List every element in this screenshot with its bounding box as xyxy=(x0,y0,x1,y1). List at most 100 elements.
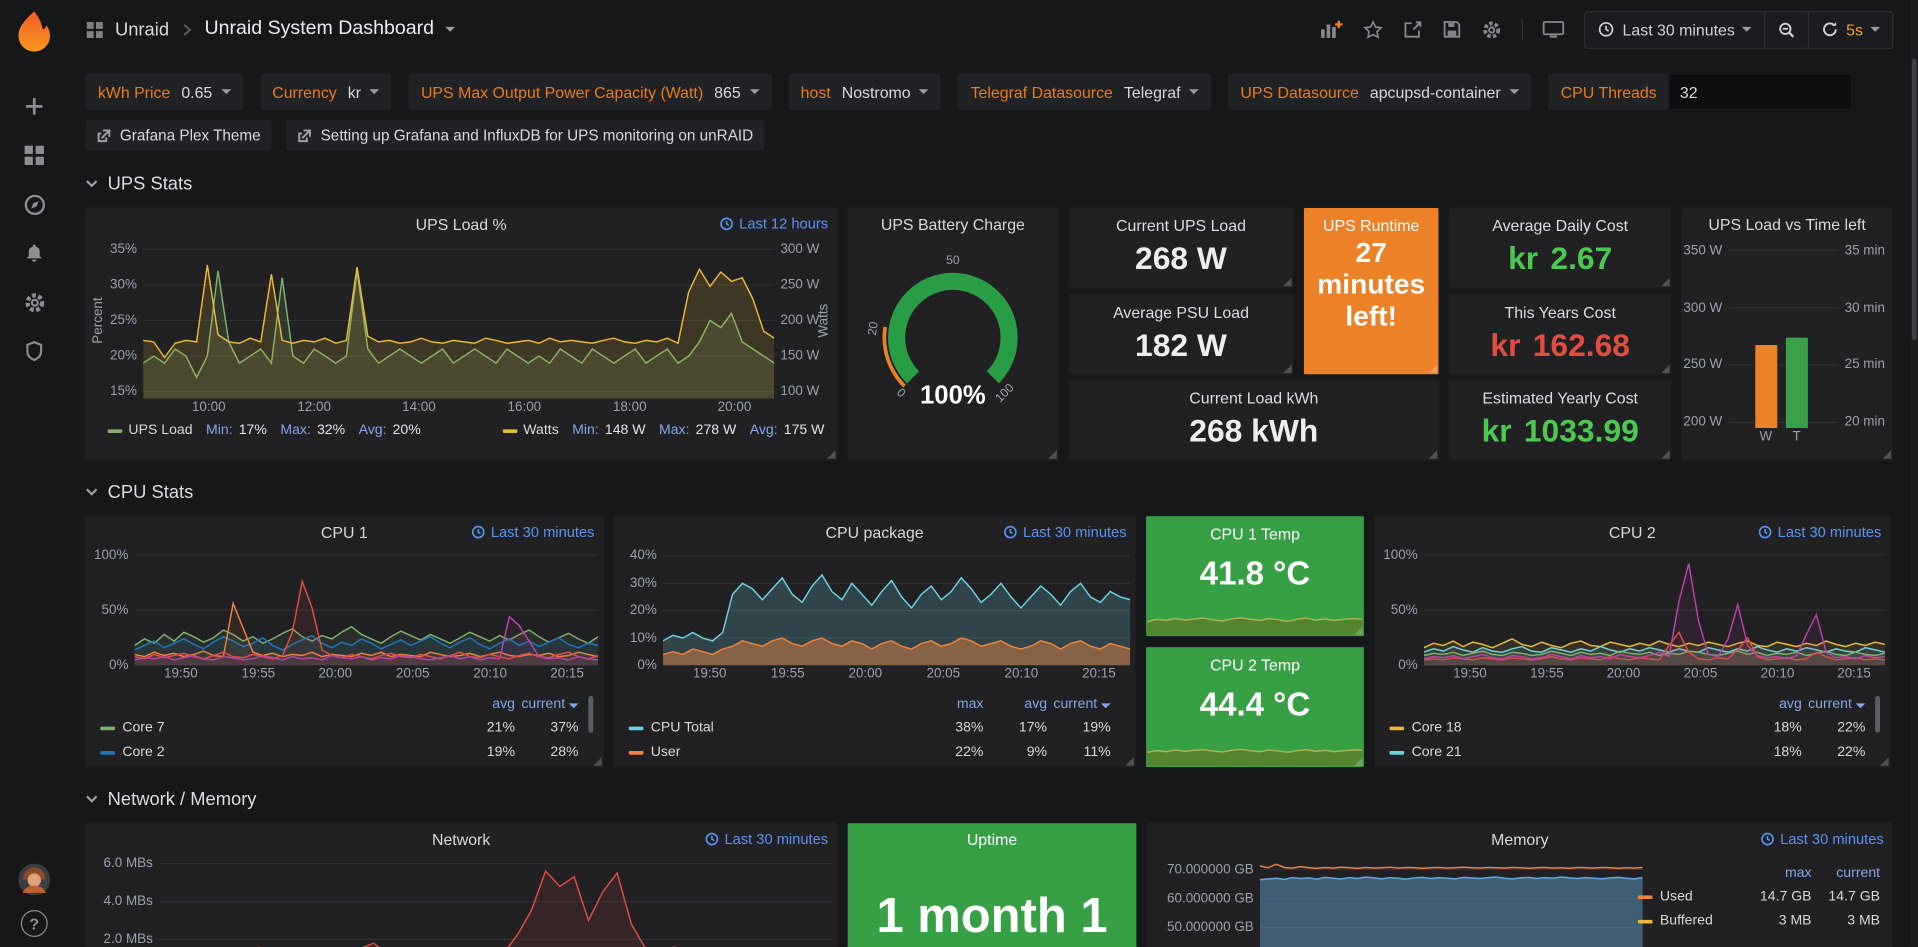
time-range-indicator[interactable]: Last 30 minutes xyxy=(1003,524,1126,541)
legend-column-header[interactable]: current xyxy=(1812,866,1880,881)
legend-scrollbar[interactable] xyxy=(1875,696,1880,733)
legend-series-name[interactable]: Core 21 xyxy=(1390,745,1739,760)
sidebar-item-server-admin[interactable] xyxy=(0,327,68,376)
grafana-logo[interactable] xyxy=(12,9,56,53)
legend-column-header[interactable]: current xyxy=(515,697,579,712)
legend-column-header[interactable]: avg xyxy=(451,697,515,712)
bar-t[interactable] xyxy=(1786,338,1808,429)
time-range-indicator[interactable]: Last 12 hours xyxy=(720,215,829,232)
legend-series-name[interactable]: Core 18 xyxy=(1390,720,1739,735)
legend-item[interactable]: Buffered3 MB3 MB xyxy=(1638,909,1880,933)
sidebar-item-alerting[interactable] xyxy=(0,229,68,278)
time-range-indicator[interactable]: Last 30 minutes xyxy=(471,524,594,541)
variable-host[interactable]: hostNostromo xyxy=(788,73,941,110)
variable-value[interactable]: 0.65 xyxy=(181,83,230,101)
plot-area[interactable] xyxy=(663,550,1130,665)
panel-title[interactable]: UPS Load vs Time left xyxy=(1682,215,1892,233)
dashboard-link[interactable]: Setting up Grafana and InfluxDB for UPS … xyxy=(286,120,764,151)
legend-item[interactable]: WattsMin:148 WMax:278 WAvg:175 W xyxy=(503,423,825,438)
legend-column-header[interactable]: current xyxy=(1802,697,1866,712)
legend-series-name[interactable]: User xyxy=(629,745,920,760)
plot-area[interactable] xyxy=(1728,245,1838,428)
panel-title[interactable]: Estimated Yearly Cost xyxy=(1482,389,1638,407)
legend-column-header[interactable]: avg xyxy=(1738,697,1802,712)
legend-series-name[interactable]: CPU Total xyxy=(629,720,920,735)
zoom-out-button[interactable] xyxy=(1764,12,1808,47)
variable-kwh-price[interactable]: kWh Price0.65 xyxy=(86,73,243,110)
legend-series-name[interactable]: Used xyxy=(1638,889,1743,904)
time-range-indicator[interactable]: Last 30 minutes xyxy=(1761,831,1884,848)
y-axis-left: 100%50%0% xyxy=(91,550,135,665)
variable-ups-max-output-power-capacity-watt[interactable]: UPS Max Output Power Capacity (Watt)865 xyxy=(409,73,772,110)
plot-area[interactable] xyxy=(1260,855,1643,947)
legend-series-name[interactable]: Buffered xyxy=(1638,914,1743,929)
sidebar-item-dashboards[interactable] xyxy=(0,131,68,180)
dashboard-settings-button[interactable] xyxy=(1482,19,1503,40)
scrollbar-thumb[interactable] xyxy=(1912,59,1917,340)
section-ups-stats[interactable]: UPS Stats xyxy=(84,168,1894,200)
user-avatar[interactable] xyxy=(18,864,50,896)
plot-area[interactable] xyxy=(143,242,774,399)
sidebar-item-configuration[interactable] xyxy=(0,278,68,327)
panel-title[interactable]: This Years Cost xyxy=(1504,303,1615,321)
variable-currency[interactable]: Currencykr xyxy=(260,73,392,110)
legend-item[interactable]: Core 721%37% xyxy=(100,716,578,740)
bar-w[interactable] xyxy=(1755,345,1777,428)
time-range-indicator[interactable]: Last 30 minutes xyxy=(705,831,828,848)
panel-title[interactable]: Current UPS Load xyxy=(1116,217,1246,235)
legend-item[interactable]: User22%9%11% xyxy=(629,740,1111,764)
legend-column-header[interactable]: current xyxy=(1047,697,1111,712)
panel-title[interactable]: UPS Runtime xyxy=(1323,217,1419,235)
sidebar-item-create[interactable] xyxy=(0,82,68,131)
legend-series-name[interactable]: Core 7 xyxy=(100,720,451,735)
breadcrumb[interactable]: Unraid xyxy=(115,19,169,40)
add-panel-button[interactable] xyxy=(1320,20,1343,40)
chevron-down-icon[interactable] xyxy=(445,27,455,32)
panel-title[interactable]: UPS Battery Charge xyxy=(848,215,1058,233)
legend-item[interactable]: Core 2118%22% xyxy=(1390,740,1866,764)
panel-title[interactable]: Current Load kWh xyxy=(1189,389,1318,407)
cycle-view-mode-button[interactable] xyxy=(1543,20,1565,40)
variable-value[interactable]: 865 xyxy=(714,83,759,101)
sidebar-item-explore[interactable] xyxy=(0,180,68,229)
legend-item[interactable]: Core 1818%22% xyxy=(1390,716,1866,740)
star-button[interactable] xyxy=(1363,19,1384,40)
page-title[interactable]: Unraid System Dashboard xyxy=(205,18,435,40)
variable-value[interactable]: kr xyxy=(348,83,380,101)
dashboard-link[interactable]: Grafana Plex Theme xyxy=(86,120,272,151)
variable-value[interactable]: apcupsd-container xyxy=(1370,83,1519,101)
share-button[interactable] xyxy=(1404,20,1424,40)
legend-column-header[interactable]: avg xyxy=(983,697,1047,712)
panel-cpu2-graph: CPU 2 Last 30 minutes 100%50%0% 19:5019:… xyxy=(1374,515,1891,768)
plot-area[interactable] xyxy=(1424,550,1885,665)
time-range-indicator[interactable]: Last 30 minutes xyxy=(1758,524,1881,541)
legend-item[interactable]: Used14.7 GB14.7 GB xyxy=(1638,884,1880,908)
variable-input[interactable] xyxy=(1669,73,1852,110)
panel-title[interactable]: CPU 2 Temp xyxy=(1146,656,1364,674)
plot-area[interactable] xyxy=(159,855,832,947)
variable-cpu-threads[interactable]: CPU Threads xyxy=(1548,73,1852,110)
legend-item[interactable]: Core 219%28% xyxy=(100,740,578,764)
legend-series-name[interactable]: Core 2 xyxy=(100,745,451,760)
panel-title[interactable]: Average Daily Cost xyxy=(1492,217,1628,235)
legend-item[interactable]: CPU Total38%17%19% xyxy=(629,716,1111,740)
panel-title[interactable]: Average PSU Load xyxy=(1113,303,1249,321)
panel-title[interactable]: Uptime xyxy=(848,831,1137,849)
save-button[interactable] xyxy=(1443,20,1463,40)
refresh-picker[interactable]: 5s xyxy=(1808,12,1892,47)
legend-scrollbar[interactable] xyxy=(588,696,593,733)
legend-column-header[interactable]: max xyxy=(920,697,984,712)
variable-value[interactable]: Telegraf xyxy=(1124,83,1199,101)
section-cpu-stats[interactable]: CPU Stats xyxy=(84,476,1894,508)
panel-title[interactable]: CPU 1 Temp xyxy=(1146,525,1364,543)
time-range-picker[interactable]: Last 30 minutes xyxy=(1586,12,1764,47)
legend-item[interactable]: UPS LoadMin:17%Max:32%Avg:20% xyxy=(108,423,421,438)
plot-area[interactable] xyxy=(135,550,599,665)
page-scrollbar[interactable] xyxy=(1911,0,1918,947)
help-icon[interactable]: ? xyxy=(21,910,48,937)
variable-value[interactable]: Nostromo xyxy=(842,83,929,101)
legend-column-header[interactable]: max xyxy=(1743,866,1811,881)
section-network-memory[interactable]: Network / Memory xyxy=(84,783,1894,815)
variable-telegraf-datasource[interactable]: Telegraf DatasourceTelegraf xyxy=(958,73,1211,110)
variable-ups-datasource[interactable]: UPS Datasourceapcupsd-container xyxy=(1228,73,1531,110)
